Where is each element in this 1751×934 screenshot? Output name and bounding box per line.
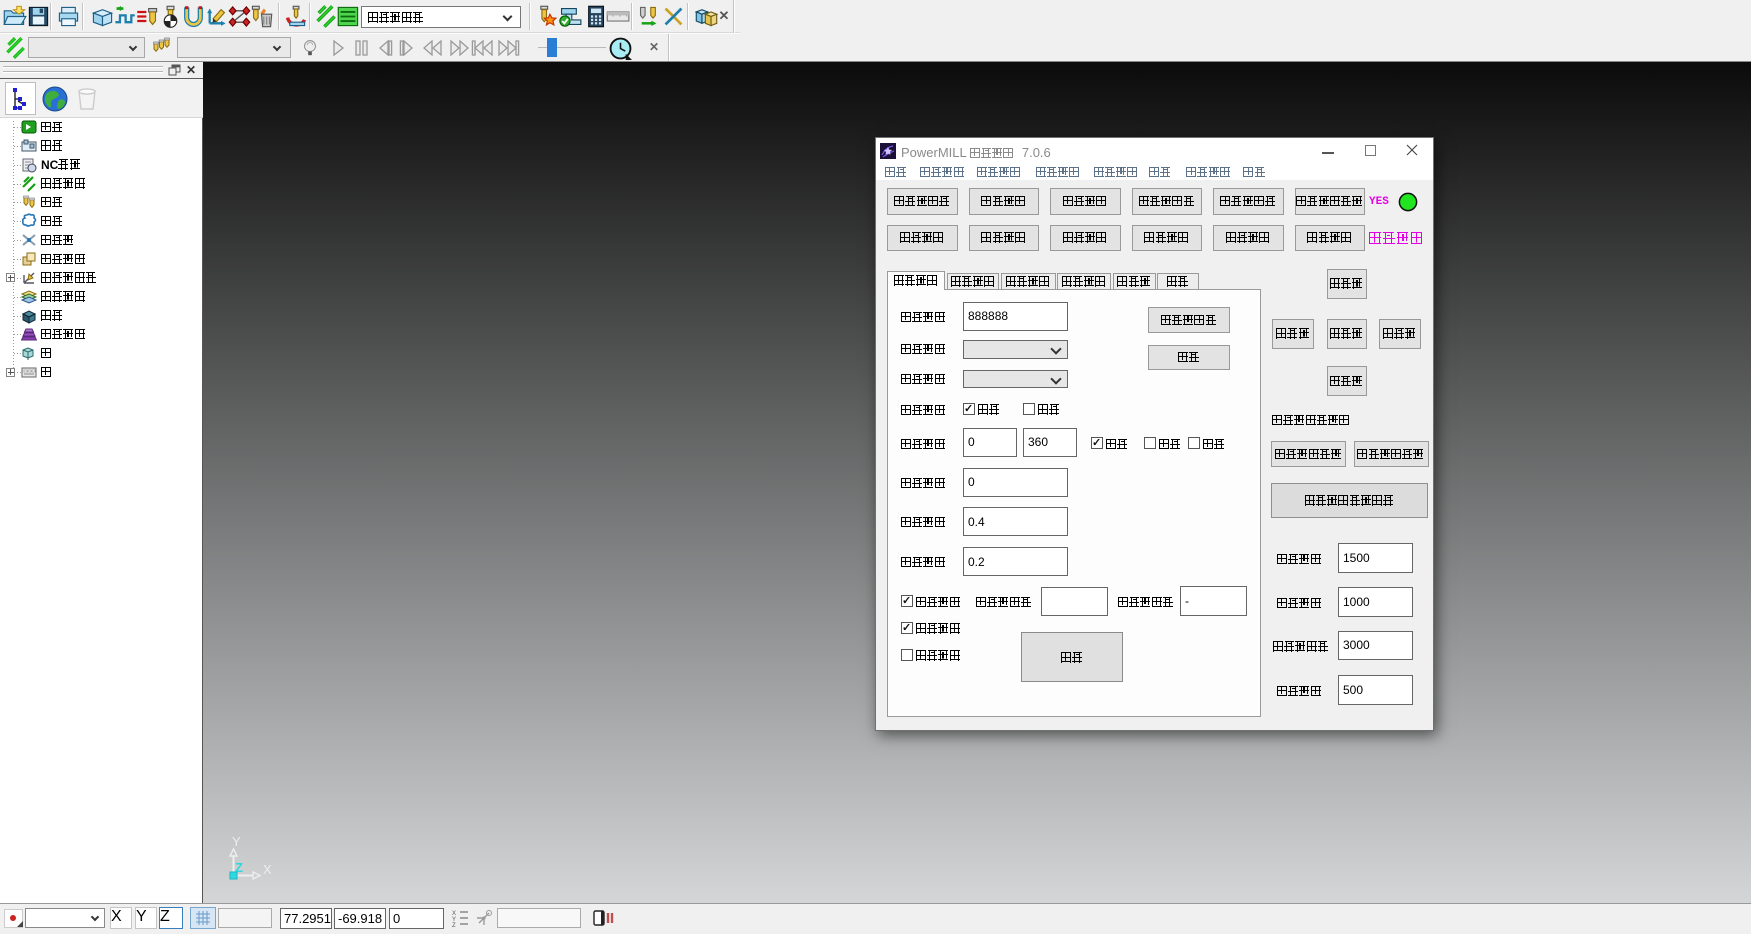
svg-text:X: X <box>263 862 272 877</box>
svg-text:Y: Y <box>232 834 241 849</box>
svg-text:Z: Z <box>452 923 456 928</box>
